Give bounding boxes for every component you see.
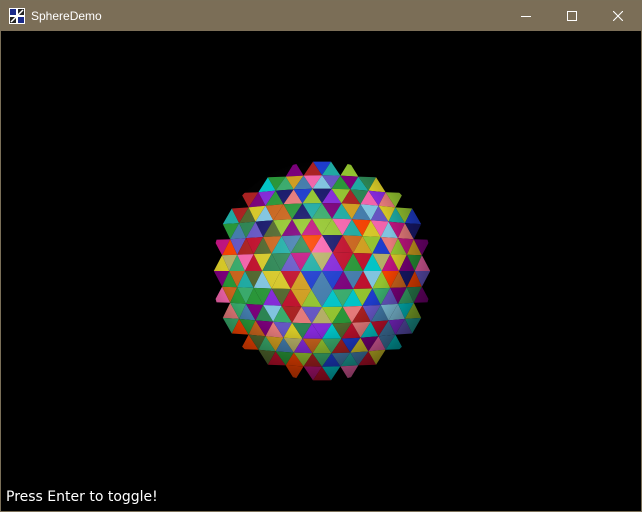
app-window-icon xyxy=(9,8,25,24)
maximize-icon xyxy=(567,11,577,21)
toggle-hint: Press Enter to toggle! xyxy=(6,489,158,505)
close-button[interactable] xyxy=(595,1,641,31)
minimize-icon xyxy=(521,16,531,17)
maximize-button[interactable] xyxy=(549,1,595,31)
sphere-shading xyxy=(212,161,432,381)
minimize-button[interactable] xyxy=(503,1,549,31)
window-title: SphereDemo xyxy=(31,9,102,23)
colored-sphere xyxy=(212,161,432,381)
render-canvas[interactable]: Press Enter to toggle! xyxy=(1,31,641,511)
title-bar[interactable]: SphereDemo xyxy=(1,1,641,31)
close-icon xyxy=(613,11,623,21)
app-window: SphereDemo Press Enter to toggle! xyxy=(0,0,642,512)
